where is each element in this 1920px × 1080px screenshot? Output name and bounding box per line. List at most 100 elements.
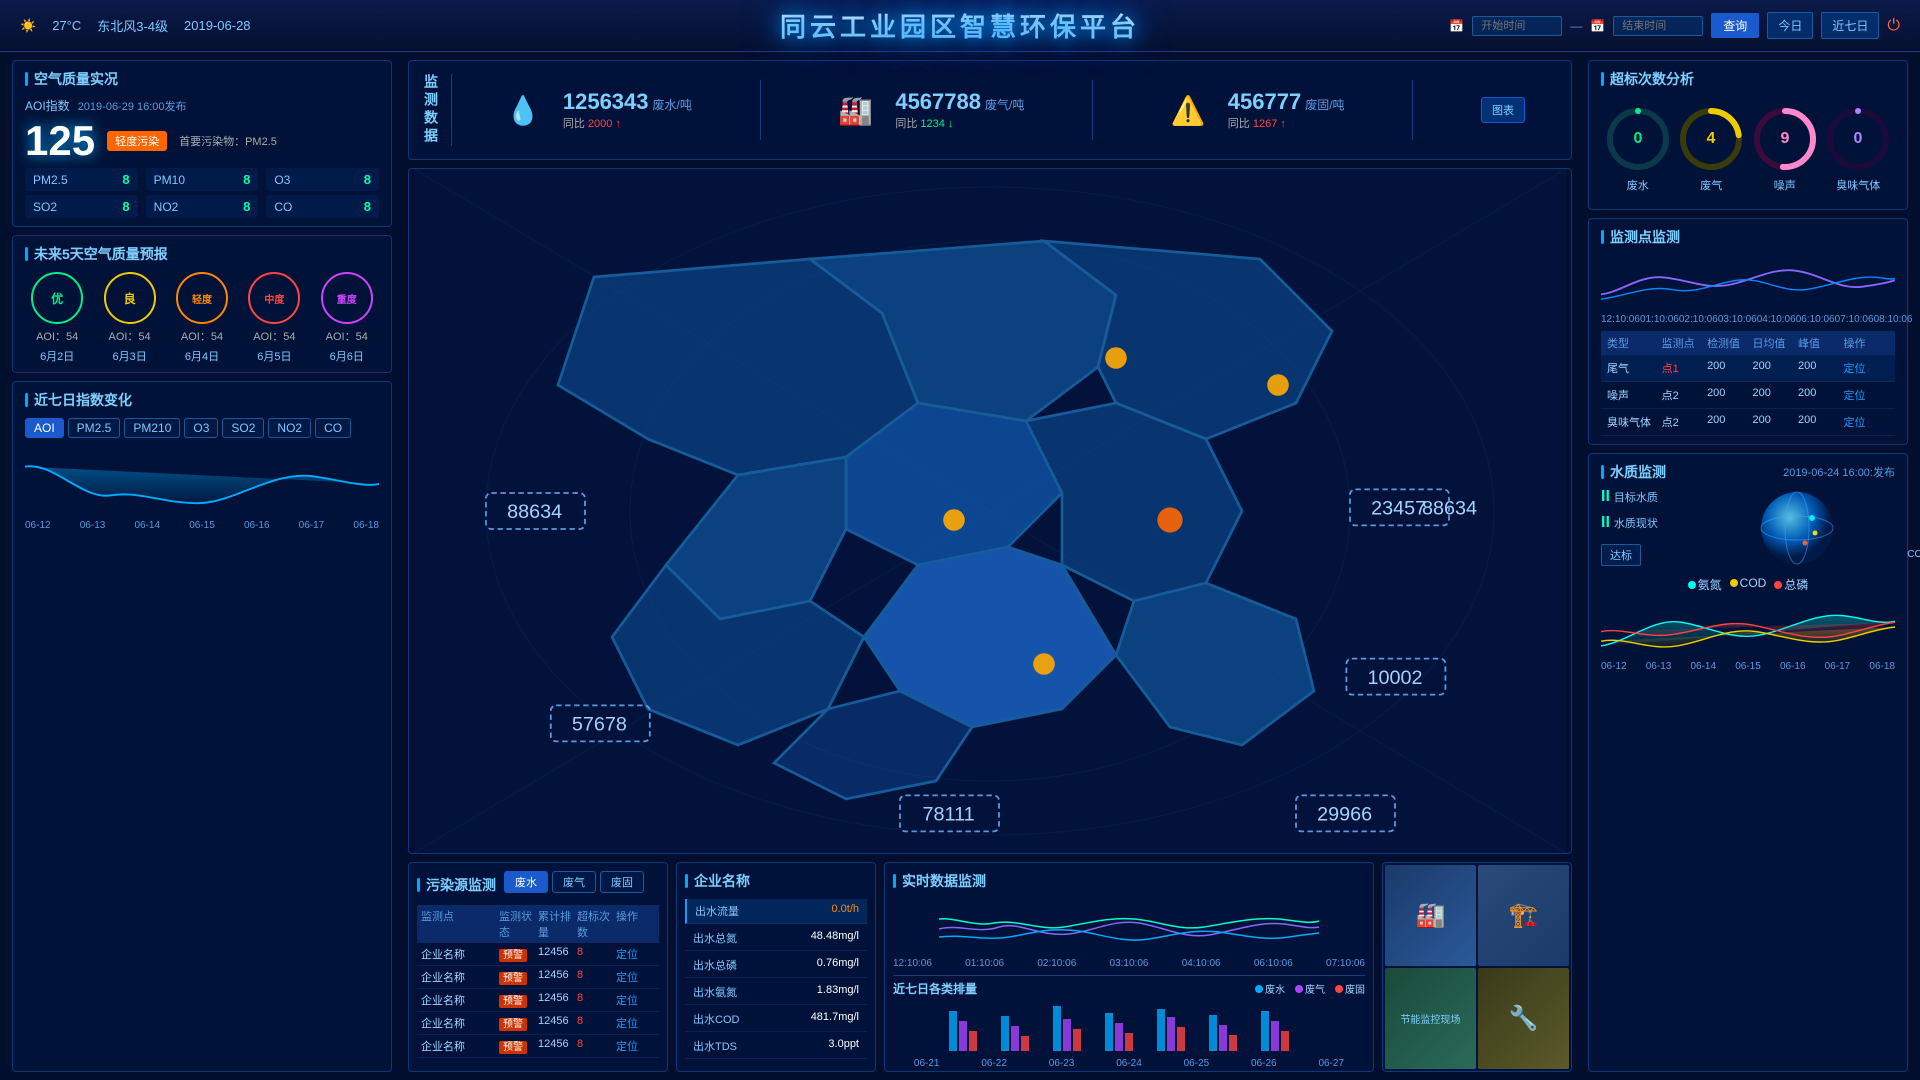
tab-waste-gas[interactable]: 废气 <box>552 871 596 893</box>
svg-text:0: 0 <box>1633 130 1642 147</box>
chart-button[interactable]: 图表 <box>1481 97 1525 123</box>
air-quality-card: 空气质量实况 AOI指数 2019-06-29 16:00发布 125 轻度污染… <box>12 60 392 227</box>
forecast-day-1: 优 AOI：54 6月2日 <box>31 272 83 364</box>
gas-value: 4567788 <box>895 89 981 115</box>
locate-btn-1[interactable]: 定位 <box>616 946 655 962</box>
locate-btn-2[interactable]: 定位 <box>616 969 655 985</box>
tab-pm210[interactable]: PM210 <box>124 418 180 438</box>
forecast-circle-4: 中度 <box>248 272 300 324</box>
table-row: 企业名称 预警 12456 8 定位 <box>417 966 659 989</box>
gauge-row: 0 废水 4 废气 <box>1601 97 1895 201</box>
locate-btn-5[interactable]: 定位 <box>616 1038 655 1054</box>
stat-divider-2 <box>1092 80 1093 140</box>
query-button[interactable]: 查询 <box>1711 13 1759 38</box>
aqi-date: 2019-06-29 16:00发布 <box>78 98 187 114</box>
weather-info: ☀️ 27°C 东北风3-4级 2019-06-28 <box>20 16 251 35</box>
today-button[interactable]: 今日 <box>1767 12 1813 39</box>
realtime-panel: 实时数据监测 12:10:06 01:10:06 02:10:06 03:10:… <box>884 862 1374 1072</box>
locate-btn-4[interactable]: 定位 <box>616 1015 655 1031</box>
factory-icon: 🏭 <box>828 83 883 138</box>
temperature: 27°C <box>52 18 81 33</box>
weekly-title: 近七日各类排量 <box>893 980 977 997</box>
week-button[interactable]: 近七日 <box>1821 12 1879 39</box>
locate-exhaust[interactable]: 定位 <box>1844 360 1889 376</box>
tab-aoi[interactable]: AOI <box>25 418 64 438</box>
calendar-icon2: 📅 <box>1590 19 1605 33</box>
table-row: 企业名称 预警 12456 8 定位 <box>417 989 659 1012</box>
wv-phosphorus: 255 总磷 <box>1907 564 1920 600</box>
metric-o3: O3 8 <box>266 168 379 191</box>
forecast-circle-1: 优 <box>31 272 83 324</box>
locate-noise[interactable]: 定位 <box>1844 387 1889 403</box>
end-time-input[interactable] <box>1613 16 1703 36</box>
enterprise-data-list: 出水流量 0.0t/h 出水总氮 48.48mg/l 出水总磷 0.76mg/l… <box>685 899 867 1059</box>
bottom-row: 污染源监测 废水 废气 废固 监测点 监测状态 累计排量 超标次数 操作 企业名… <box>408 862 1572 1072</box>
realtime-times: 12:10:06 01:10:06 02:10:06 03:10:06 04:1… <box>893 958 1365 969</box>
weekly-dates: 06-21 06-22 06-23 06-24 06-25 06-26 06-2… <box>893 1058 1365 1069</box>
realtime-title: 实时数据监测 <box>893 871 1365 891</box>
start-time-input[interactable] <box>1472 16 1562 36</box>
map-container: 88634 88634 23457 57678 10002 <box>408 168 1572 854</box>
table-row: 企业名称 预警 12456 8 定位 <box>417 943 659 966</box>
left-panel: 空气质量实况 AOI指数 2019-06-29 16:00发布 125 轻度污染… <box>0 52 400 1080</box>
ent-row-flow: 出水流量 0.0t/h <box>685 899 867 924</box>
pollution-table-header: 监测点 监测状态 累计排量 超标次数 操作 <box>417 905 659 943</box>
header-controls: 📅 — 📅 查询 今日 近七日 ⏻ <box>1449 12 1900 39</box>
stat-divider-1 <box>760 80 761 140</box>
water-dates: 06-12 06-13 06-14 06-15 06-16 06-17 06-1… <box>1601 661 1895 672</box>
weekly-chart <box>893 1001 1365 1056</box>
forecast-circle-2: 良 <box>104 272 156 324</box>
forecast-title: 未来5天空气质量预报 <box>25 244 379 264</box>
index-dates: 06-12 06-13 06-14 06-15 06-16 06-17 06-1… <box>25 520 379 531</box>
monitor-times: 12:10:06 01:10:06 02:10:06 03:10:06 04:1… <box>1601 314 1895 325</box>
exceed-analysis-card: 超标次数分析 0 废水 4 <box>1588 60 1908 210</box>
svg-text:4: 4 <box>1707 130 1716 147</box>
tab-co[interactable]: CO <box>315 418 351 438</box>
forecast-day-4: 中度 AOI：54 6月5日 <box>248 272 300 364</box>
forecast-card: 未来5天空气质量预报 优 AOI：54 6月2日 良 AOI：54 6月3日 轻… <box>12 235 392 373</box>
tab-so2[interactable]: SO2 <box>222 418 264 438</box>
tab-no2[interactable]: NO2 <box>268 418 311 438</box>
monitor-points-card: 监测点监测 12:10:06 01:10:06 02:10:06 03:10:0… <box>1588 218 1908 445</box>
weekly-legend: 废水 废气 废固 <box>1255 981 1365 996</box>
stat-divider-3 <box>1412 80 1413 140</box>
pollution-badge: 轻度污染 <box>107 131 167 151</box>
mon-table-header: 类型 监测点 检测值 日均值 峰值 操作 <box>1601 331 1895 355</box>
forecast-circle-5: 重度 <box>321 272 373 324</box>
enterprise-title: 企业名称 <box>685 871 867 891</box>
forecast-day-3: 轻度 AOI：54 6月4日 <box>176 272 228 364</box>
current-grade: II 水质现状 <box>1601 514 1691 532</box>
water-left: II 目标水质 II 水质现状 达标 <box>1601 488 1691 568</box>
water-trend-chart <box>1601 597 1895 657</box>
pollutant-label: 首要污染物：PM2.5 <box>179 133 277 149</box>
power-icon[interactable]: ⏻ <box>1887 17 1900 35</box>
metric-co: CO 8 <box>266 195 379 218</box>
metric-no2: NO2 8 <box>146 195 259 218</box>
table-row: 企业名称 预警 12456 8 定位 <box>417 1012 659 1035</box>
gauge-gas: 4 废气 <box>1677 105 1745 193</box>
water-top: 水质监测 2019-06-24 16:00:发布 <box>1601 462 1895 482</box>
main-content: 空气质量实况 AOI指数 2019-06-29 16:00发布 125 轻度污染… <box>0 52 1920 1080</box>
water-change: 同比 2000 ↑ <box>563 115 692 131</box>
tab-wastewater[interactable]: 废水 <box>504 871 548 893</box>
locate-btn-3[interactable]: 定位 <box>616 992 655 1008</box>
svg-text:88634: 88634 <box>507 501 562 523</box>
monitor-points-title: 监测点监测 <box>1601 227 1895 247</box>
locate-odor[interactable]: 定位 <box>1844 414 1889 430</box>
metrics-grid: PM2.5 8 PM10 8 O3 8 SO2 8 NO2 8 <box>25 168 379 218</box>
tab-o3[interactable]: O3 <box>184 418 218 438</box>
divider <box>893 975 1365 976</box>
status-badge: 达标 <box>1601 544 1641 566</box>
gauge-water: 0 废水 <box>1604 105 1672 193</box>
monitor-data-label: 监测数据 <box>421 74 452 146</box>
tab-pm25[interactable]: PM2.5 <box>68 418 121 438</box>
target-grade: II 目标水质 <box>1601 488 1691 506</box>
aqi-label: AOI指数 <box>25 97 70 114</box>
realtime-chart <box>893 899 1365 954</box>
metric-pm25: PM2.5 8 <box>25 168 138 191</box>
water-body: II 目标水质 II 水质现状 达标 <box>1601 488 1895 568</box>
gauge-odor: 0 臭味气体 <box>1824 105 1892 193</box>
metric-so2: SO2 8 <box>25 195 138 218</box>
tab-solid-waste[interactable]: 废固 <box>600 871 644 893</box>
svg-text:23457: 23457 <box>1371 498 1426 520</box>
